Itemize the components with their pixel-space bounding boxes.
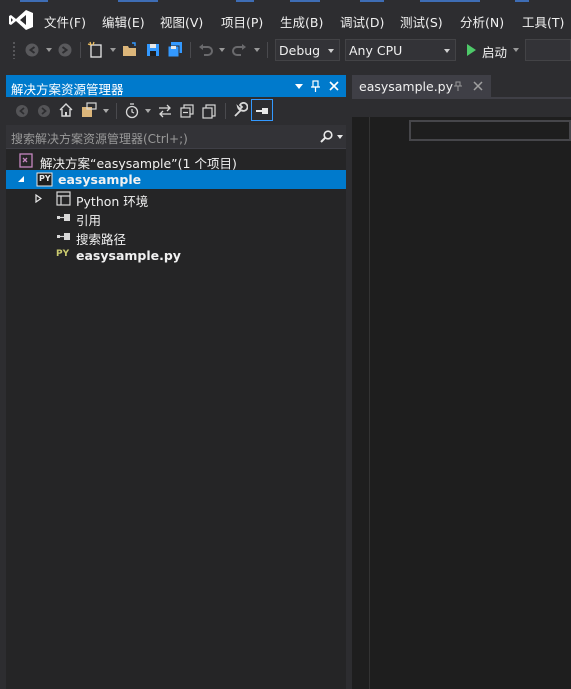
search-options-dropdown-icon[interactable]: [337, 135, 343, 139]
properties-wrench-icon[interactable]: [232, 102, 248, 118]
switch-views-icon[interactable]: [81, 102, 99, 118]
preview-icon: [256, 108, 268, 114]
menu-debug[interactable]: 调试(D): [340, 12, 384, 31]
solution-explorer-panel: 解决方案资源管理器 搜索解决方案资源管理器(Ctrl+;) 解决方案“easys…: [6, 75, 346, 689]
tab-label: easysample.py: [359, 79, 454, 94]
menu-file[interactable]: 文件(F): [44, 12, 86, 31]
sync-active-document-icon[interactable]: [157, 103, 173, 119]
toolbar-separator: [80, 42, 81, 58]
search-paths-icon: [57, 233, 70, 240]
menu-build[interactable]: 生成(B): [280, 12, 323, 31]
editor-navigation-bar: [352, 99, 571, 117]
visual-studio-logo-icon: [9, 10, 33, 30]
search-icon[interactable]: [320, 130, 333, 143]
save-all-icon[interactable]: [165, 40, 185, 60]
toolbar-search-box[interactable]: [525, 39, 571, 61]
menu-edit[interactable]: 编辑(E): [102, 12, 145, 31]
editor-indicator-margin: [352, 117, 370, 689]
pending-changes-filter-icon[interactable]: [124, 103, 140, 119]
search-placeholder: 搜索解决方案资源管理器(Ctrl+;): [11, 132, 188, 146]
pin-tab-icon[interactable]: [454, 81, 462, 91]
new-project-icon[interactable]: [86, 40, 106, 60]
configuration-value: Debug: [279, 43, 321, 58]
chevron-down-icon: [444, 49, 450, 53]
toolbar-separator: [190, 42, 191, 58]
start-dropdown-icon[interactable]: [513, 48, 519, 52]
redo-dropdown-icon[interactable]: [254, 48, 260, 52]
save-icon[interactable]: [143, 40, 163, 60]
close-icon[interactable]: [329, 81, 339, 91]
forward-icon[interactable]: [36, 103, 52, 119]
toolbar-separator: [225, 103, 226, 119]
window-position-icon[interactable]: [295, 84, 303, 89]
python-file-label: easysample.py: [76, 248, 181, 263]
configuration-select[interactable]: Debug: [275, 39, 340, 61]
tab-easysample-py[interactable]: easysample.py: [352, 75, 491, 97]
menu-analyze[interactable]: 分析(N): [460, 12, 504, 31]
menu-bar: 文件(F) 编辑(E) 视图(V) 项目(P) 生成(B) 调试(D) 测试(S…: [0, 3, 571, 35]
environment-icon: [56, 191, 71, 206]
menu-view[interactable]: 视图(V): [160, 12, 203, 31]
standard-toolbar: Debug Any CPU 启动: [0, 35, 571, 65]
undo-dropdown-icon[interactable]: [219, 48, 225, 52]
solution-icon: [19, 153, 33, 168]
platform-select[interactable]: Any CPU: [345, 39, 456, 61]
start-button[interactable]: 启动: [462, 40, 518, 60]
redo-icon[interactable]: [229, 40, 249, 60]
show-all-files-icon[interactable]: [201, 103, 217, 119]
menu-tools[interactable]: 工具(T): [522, 12, 564, 31]
chevron-down-icon: [328, 49, 334, 53]
project-label: easysample: [58, 172, 142, 187]
solution-explorer-toolbar: [6, 97, 346, 125]
start-icon: [467, 44, 476, 56]
collapse-all-icon[interactable]: [179, 103, 195, 119]
home-icon[interactable]: [58, 102, 74, 118]
menu-project[interactable]: 项目(P): [221, 12, 263, 31]
toolbar-separator: [116, 103, 117, 119]
tree-item-python-file[interactable]: PY easysample.py: [6, 246, 346, 265]
references-icon: [57, 214, 70, 221]
preview-selected-items-button[interactable]: [251, 99, 273, 121]
solution-explorer-title: 解决方案资源管理器: [11, 82, 124, 97]
start-label: 启动: [482, 45, 508, 60]
solution-tree: 解决方案“easysample”(1 个项目) PY easysample Py…: [6, 151, 346, 671]
tree-item-python-environments[interactable]: Python 环境: [6, 189, 346, 209]
forward-icon[interactable]: [55, 40, 75, 60]
code-editor[interactable]: [352, 117, 571, 689]
menu-test[interactable]: 测试(S): [400, 12, 443, 31]
toolbar-separator: [267, 42, 268, 58]
filter-dropdown-icon[interactable]: [145, 109, 151, 113]
expanded-triangle-icon[interactable]: [17, 175, 25, 183]
tree-item-search-paths[interactable]: 搜索路径: [6, 227, 346, 247]
python-file-icon: PY: [56, 249, 70, 259]
toolbar-grip[interactable]: [12, 41, 16, 59]
document-tab-well: easysample.py: [352, 75, 571, 97]
python-project-badge: PY: [39, 174, 51, 183]
back-icon[interactable]: [14, 103, 30, 119]
new-project-dropdown-icon[interactable]: [110, 48, 116, 52]
collapsed-triangle-icon[interactable]: [35, 194, 42, 203]
back-icon[interactable]: [22, 40, 42, 60]
solution-explorer-title-bar: 解决方案资源管理器: [6, 75, 346, 97]
back-dropdown-icon[interactable]: [46, 48, 52, 52]
close-tab-icon[interactable]: [473, 81, 483, 91]
tree-item-solution[interactable]: 解决方案“easysample”(1 个项目): [6, 151, 346, 171]
solution-explorer-search[interactable]: 搜索解决方案资源管理器(Ctrl+;): [6, 125, 346, 149]
pin-icon[interactable]: [311, 80, 320, 92]
tree-item-references[interactable]: 引用: [6, 208, 346, 228]
undo-icon[interactable]: [196, 40, 216, 60]
tree-item-project[interactable]: PY easysample: [6, 170, 346, 189]
platform-value: Any CPU: [349, 43, 403, 58]
switch-views-dropdown-icon[interactable]: [103, 109, 109, 113]
open-file-icon[interactable]: [120, 40, 140, 60]
current-line-highlight: [409, 120, 571, 141]
